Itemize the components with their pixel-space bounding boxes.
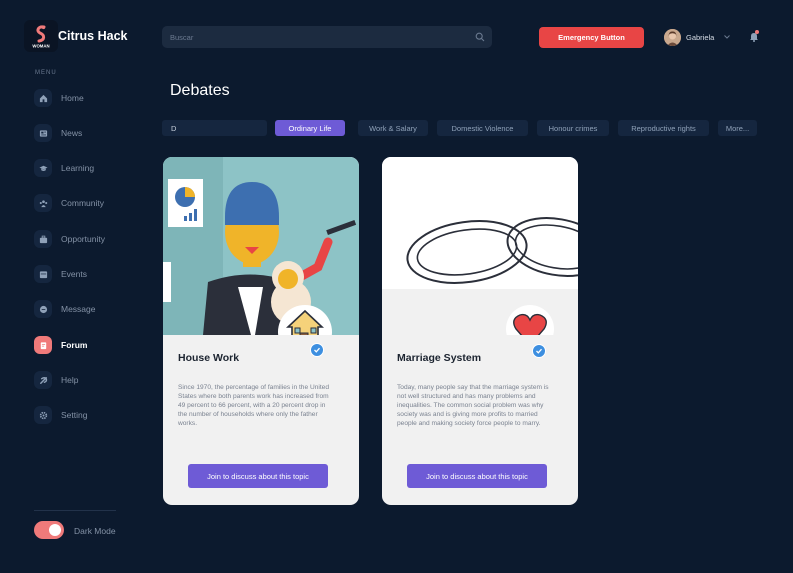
sidebar-item-label: Opportunity [61,234,105,244]
sidebar-item-opportunity[interactable]: Opportunity [34,230,105,248]
card-title: Marriage System [397,352,482,364]
sidebar-item-label: Setting [61,410,88,420]
filter-input[interactable] [162,120,267,136]
join-discussion-button[interactable]: Join to discuss about this topic [407,464,547,488]
app-name: Citrus Hack [58,29,128,43]
join-discussion-button[interactable]: Join to discuss about this topic [188,464,328,488]
sidebar-item-news[interactable]: News [34,124,82,142]
sidebar-item-forum[interactable]: Forum [34,336,87,354]
home-icon [34,89,52,107]
graduation-cap-icon [34,159,52,177]
chip-domestic-violence[interactable]: Domestic Violence [437,120,528,136]
gear-icon [34,406,52,424]
sidebar-item-label: Message [61,304,96,314]
card-description: Since 1970, the percentage of families i… [178,384,330,427]
verified-badge-icon [310,343,324,357]
dark-mode-label: Dark Mode [74,526,116,536]
search-input[interactable] [170,31,460,43]
sidebar-item-events[interactable]: Events [34,265,87,283]
card-description: Today, many people say that the marriage… [397,384,549,427]
chip-more[interactable]: More... [718,120,757,136]
logo-text: WOMAN [32,44,49,49]
chip-reproductive-rights[interactable]: Reproductive rights [618,120,709,136]
sidebar-item-setting[interactable]: Setting [34,406,87,424]
card-title: House Work [178,352,240,364]
briefcase-icon [34,230,52,248]
dark-mode-toggle[interactable] [34,521,64,539]
chip-honour-crimes[interactable]: Honour crimes [537,120,609,136]
sidebar-item-label: Help [61,375,79,385]
community-icon [34,194,52,212]
debate-card: House Work Since 1970, the percentage of… [163,157,359,505]
emergency-button[interactable]: Emergency Button [539,27,644,48]
menu-label: MENU [35,70,57,76]
logo-icon: WOMAN [32,25,50,49]
house-work-illustration [163,157,359,335]
debate-card: Marriage System Today, many people say t… [382,157,578,505]
toggle-knob [49,524,61,536]
sidebar-item-label: Community [61,198,104,208]
app-logo[interactable]: WOMAN [24,20,58,52]
help-icon [34,371,52,389]
calendar-icon [34,265,52,283]
sidebar: WOMAN Citrus Hack MENU Home News Learnin… [0,0,140,573]
sidebar-item-label: Home [61,93,84,103]
sidebar-item-help[interactable]: Help [34,371,78,389]
forum-icon [34,336,52,354]
chip-ordinary-life[interactable]: Ordinary Life [275,120,345,136]
sidebar-item-label: Forum [61,340,88,350]
verified-badge-icon [532,344,546,358]
avatar[interactable] [664,29,681,46]
sidebar-item-label: Learning [61,163,95,173]
sidebar-item-message[interactable]: Message [34,300,96,318]
sidebar-item-home[interactable]: Home [34,89,84,107]
chevron-down-icon[interactable] [723,34,731,40]
chip-work-salary[interactable]: Work & Salary [358,120,428,136]
user-name[interactable]: Gabriela [686,33,714,42]
news-icon [34,124,52,142]
chat-icon [34,300,52,318]
page-title: Debates [170,82,230,99]
sidebar-divider [34,510,116,511]
sidebar-item-label: News [61,128,83,138]
search-bar [162,26,492,48]
notification-dot [755,30,759,34]
sidebar-item-label: Events [61,269,87,279]
search-icon[interactable] [475,32,485,42]
sidebar-item-learning[interactable]: Learning [34,159,94,177]
wedding-rings-illustration [382,157,578,335]
sidebar-item-community[interactable]: Community [34,194,104,212]
